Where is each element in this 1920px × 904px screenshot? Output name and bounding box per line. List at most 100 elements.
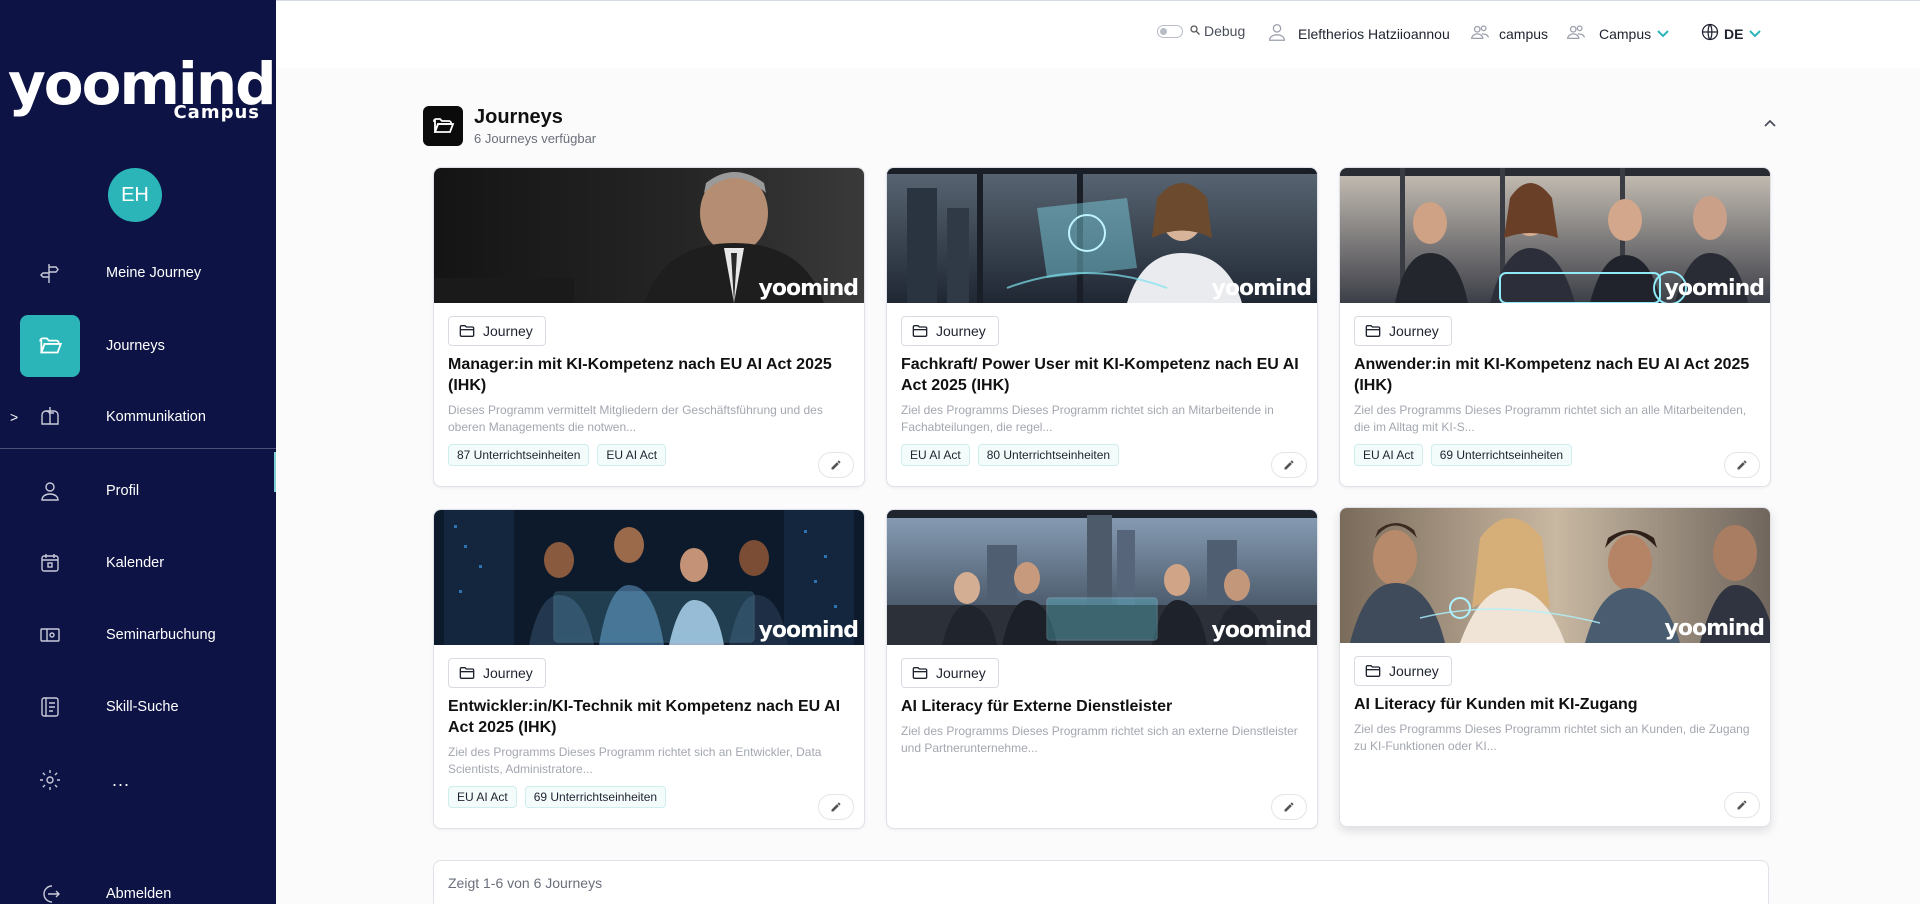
card-description: Ziel des Programms Dieses Programm richt… xyxy=(1354,403,1747,434)
tenant-select-value: Campus xyxy=(1599,25,1652,42)
card-watermark: yoomind xyxy=(1664,276,1765,301)
card-watermark: yoomind xyxy=(1211,276,1312,301)
ticket-icon xyxy=(36,621,64,649)
journey-badge: Journey xyxy=(901,316,999,346)
folder-icon xyxy=(1365,325,1381,337)
journey-badge: Journey xyxy=(448,658,546,688)
tag: 87 Unterrichtseinheiten xyxy=(448,444,590,466)
edit-button[interactable] xyxy=(1271,794,1307,820)
skill-book-icon xyxy=(36,693,64,721)
sidebar-item-label: Journeys xyxy=(106,338,165,354)
journey-badge: Journey xyxy=(1354,316,1452,346)
calendar-icon xyxy=(36,549,64,577)
sidebar: yoomind Campus EH Meine Journey Journeys… xyxy=(0,0,277,904)
pagination-bar: Zeigt 1-6 von 6 Journeys xyxy=(433,860,1769,904)
sidebar-item-label: Kalender xyxy=(106,555,165,571)
edit-button[interactable] xyxy=(1271,452,1307,478)
folder-icon xyxy=(459,325,475,337)
user-icon xyxy=(36,477,64,505)
logout-button[interactable]: Abmelden xyxy=(0,864,276,904)
section-subtitle: 6 Journeys verfügbar xyxy=(474,131,597,146)
sidebar-item-label: Profil xyxy=(106,483,140,499)
sidebar-item-kommunikation[interactable]: > Kommunikation xyxy=(0,387,276,447)
sidebar-item-label: Seminarbuchung xyxy=(106,627,216,643)
card-tags: EU AI Act 69 Unterrichtseinheiten xyxy=(448,786,667,808)
pencil-icon xyxy=(1284,802,1294,812)
pencil-icon xyxy=(1737,460,1747,470)
folder-open-icon xyxy=(423,106,463,146)
card-title: Fachkraft/ Power User mit KI-Kompetenz n… xyxy=(901,356,1299,394)
card-title: AI Literacy für Kunden mit KI-Zugang xyxy=(1354,696,1638,713)
edit-button[interactable] xyxy=(1724,452,1760,478)
card-image: yoomind xyxy=(1340,508,1770,643)
card-title: Anwender:in mit KI-Kompetenz nach EU AI … xyxy=(1354,356,1750,394)
edit-button[interactable] xyxy=(818,452,854,478)
sidebar-item-journeys[interactable]: Journeys xyxy=(0,315,276,377)
sidebar-item-meine-journey[interactable]: Meine Journey xyxy=(0,243,276,303)
globe-icon xyxy=(1700,22,1720,45)
chevron-right-icon: > xyxy=(10,409,19,425)
settings-item[interactable] xyxy=(0,750,276,810)
journey-card[interactable]: yoomind Journey Fachkraft/ Power User mi… xyxy=(886,167,1318,487)
edit-button[interactable] xyxy=(818,794,854,820)
card-title: Entwickler:in/KI-Technik mit Kompetenz n… xyxy=(448,698,841,736)
logo-subtitle: Campus xyxy=(173,102,260,123)
toggle-switch[interactable] xyxy=(1157,24,1183,38)
debug-toggle[interactable]: Debug xyxy=(1157,23,1245,39)
sidebar-item-skill-suche[interactable]: Skill-Suche xyxy=(0,677,276,737)
tag: EU AI Act xyxy=(1354,444,1423,466)
logout-label: Abmelden xyxy=(106,886,172,902)
card-description: Dieses Programm vermittelt Mitgliedern d… xyxy=(448,403,823,434)
gear-icon xyxy=(36,766,64,794)
search-icon xyxy=(1189,24,1201,39)
tag: 69 Unterrichtseinheiten xyxy=(524,786,667,808)
sidebar-item-kalender[interactable]: Kalender xyxy=(0,533,276,593)
user-name: Eleftherios Hatziioannou xyxy=(1298,25,1450,42)
sidebar-item-seminarbuchung[interactable]: Seminarbuchung xyxy=(0,605,276,665)
folder-icon xyxy=(1365,665,1381,677)
journey-badge: Journey xyxy=(1354,656,1452,686)
pencil-icon xyxy=(1737,800,1747,810)
journey-card[interactable]: yoomind Journey Anwender:in mit KI-Kompe… xyxy=(1339,167,1771,487)
section-icon-box xyxy=(423,106,463,146)
chevron-up-icon[interactable] xyxy=(1764,116,1776,130)
folder-icon xyxy=(912,667,928,679)
journey-badge: Journey xyxy=(448,316,546,346)
card-image: yoomind xyxy=(887,168,1317,303)
tag: EU AI Act xyxy=(901,444,970,466)
journey-card[interactable]: yoomind Journey AI Literacy für Kunden m… xyxy=(1339,507,1771,827)
language-select[interactable]: DE xyxy=(1700,22,1762,45)
badge-label: Journey xyxy=(483,323,533,339)
group-icon xyxy=(1565,21,1587,46)
tag: EU AI Act xyxy=(597,444,667,466)
journey-card[interactable]: yoomind Journey AI Literacy für Externe … xyxy=(886,509,1318,829)
logout-icon xyxy=(36,880,64,904)
journey-card[interactable]: yoomind Journey Manager:in mit KI-Kompet… xyxy=(433,167,865,487)
folder-open-icon xyxy=(36,332,64,360)
badge-label: Journey xyxy=(936,323,986,339)
tenant-select[interactable]: Campus xyxy=(1565,21,1669,46)
card-image: yoomind xyxy=(434,510,864,645)
tenant-indicator[interactable]: campus xyxy=(1469,21,1548,46)
card-image: yoomind xyxy=(434,168,864,303)
chevron-down-icon xyxy=(1657,27,1669,41)
card-image: yoomind xyxy=(887,510,1317,645)
card-tags: 87 Unterrichtseinheiten EU AI Act xyxy=(448,444,667,466)
sidebar-item-profil[interactable]: Profil xyxy=(0,461,276,521)
journey-badge: Journey xyxy=(901,658,999,688)
card-description: Ziel des Programms Dieses Programm richt… xyxy=(901,724,1298,755)
chevron-down-icon xyxy=(1749,27,1762,41)
sidebar-item-label: Skill-Suche xyxy=(106,699,179,715)
mailbox-icon xyxy=(36,403,64,431)
avatar[interactable]: EH xyxy=(108,168,162,222)
user-menu[interactable]: Eleftherios Hatziioannou xyxy=(1266,21,1450,46)
badge-label: Journey xyxy=(1389,663,1439,679)
topbar: Debug Eleftherios Hatziioannou campus Ca… xyxy=(276,0,1920,68)
avatar-initials: EH xyxy=(121,183,149,206)
edit-button[interactable] xyxy=(1724,792,1760,818)
journey-card[interactable]: yoomind Journey Entwickler:in/KI-Technik… xyxy=(433,509,865,829)
app-logo[interactable]: yoomind Campus xyxy=(8,52,277,124)
card-description: Ziel des Programms Dieses Programm richt… xyxy=(901,403,1274,434)
card-title: AI Literacy für Externe Dienstleister xyxy=(901,698,1173,715)
more-menu-button[interactable]: ... xyxy=(112,770,130,791)
